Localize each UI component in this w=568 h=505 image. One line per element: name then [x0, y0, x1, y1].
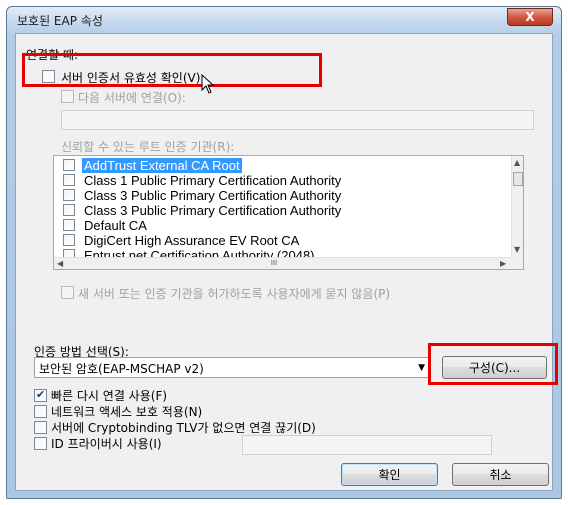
trusted-ca-name: Class 1 Public Primary Certification Aut… — [84, 173, 342, 188]
checkmark-icon: ✔ — [36, 388, 46, 401]
trusted-ca-item[interactable]: DigiCert High Assurance EV Root CA — [54, 233, 513, 248]
vertical-scroll-thumb[interactable] — [513, 172, 523, 186]
scroll-down-icon[interactable]: ▼ — [514, 245, 520, 254]
vertical-scrollbar[interactable]: ▲ ▼ — [511, 156, 523, 257]
trusted-ca-name: Default CA — [84, 218, 147, 233]
trusted-ca-name: Class 3 Public Primary Certification Aut… — [84, 203, 342, 218]
ok-button[interactable]: 확인 — [341, 463, 438, 486]
option-label[interactable]: 빠른 다시 연결 사용(F) — [51, 387, 167, 404]
trusted-ca-checkbox[interactable] — [63, 219, 75, 231]
trusted-ca-name: AddTrust External CA Root — [82, 158, 242, 173]
auth-method-value: 보안된 암호(EAP-MSCHAP v2) — [39, 362, 204, 376]
connect-servers-checkbox[interactable] — [61, 90, 74, 103]
option-label[interactable]: 네트워크 액세스 보호 적용(N) — [51, 403, 202, 420]
trusted-ca-items: AddTrust External CA Root Class 1 Public … — [54, 156, 513, 257]
scroll-left-icon[interactable]: ◀ — [57, 259, 63, 268]
option-checkbox[interactable] — [34, 421, 47, 434]
scroll-right-icon[interactable]: ▶ — [500, 259, 506, 268]
trusted-ca-item[interactable]: Class 1 Public Primary Certification Aut… — [54, 173, 513, 188]
option-checkbox[interactable] — [34, 437, 47, 450]
trusted-ca-name: Class 3 Public Primary Certification Aut… — [84, 188, 342, 203]
horizontal-scroll-thumb[interactable]: III — [267, 259, 281, 268]
close-button[interactable]: X — [507, 8, 553, 26]
trusted-ca-checkbox[interactable] — [63, 234, 75, 246]
window-title: 보호된 EAP 속성 — [17, 14, 103, 28]
server-name-input[interactable] — [61, 110, 534, 130]
dialog-body: 연결할 때: 서버 인증서 유효성 확인(V) 다음 서버에 연결(O): 신뢰… — [15, 33, 553, 491]
close-icon: X — [525, 10, 535, 24]
trusted-ca-checkbox[interactable] — [63, 189, 75, 201]
trusted-ca-checkbox[interactable] — [63, 174, 75, 186]
no-prompt-label: 새 서버 또는 인증 기관을 허가하도록 사용자에게 묻지 않음(P) — [78, 287, 391, 301]
trusted-ca-name: Entrust.net Certification Authority (204… — [84, 248, 315, 257]
trusted-ca-item[interactable]: AddTrust External CA Root — [54, 158, 513, 173]
trusted-ca-checkbox[interactable] — [63, 159, 75, 171]
scroll-corner — [511, 257, 523, 269]
option-checkbox[interactable]: ✔ — [34, 388, 47, 402]
highlight-verify-cert — [22, 53, 322, 87]
trusted-ca-item[interactable]: Default CA — [54, 218, 513, 233]
scroll-up-icon[interactable]: ▲ — [514, 158, 520, 167]
trusted-ca-item[interactable]: Class 3 Public Primary Certification Aut… — [54, 203, 513, 218]
trusted-ca-checkbox[interactable] — [63, 204, 75, 216]
trusted-ca-label: 신뢰할 수 있는 루트 인증 기관(R): — [61, 140, 235, 154]
highlight-configure — [428, 343, 558, 385]
trusted-ca-item[interactable]: Class 3 Public Primary Certification Aut… — [54, 188, 513, 203]
trusted-ca-item[interactable]: Entrust.net Certification Authority (204… — [54, 248, 513, 257]
title-bar[interactable]: 보호된 EAP 속성 X — [7, 7, 561, 33]
trusted-ca-name: DigiCert High Assurance EV Root CA — [84, 233, 300, 248]
horizontal-scrollbar[interactable]: ◀ III ▶ — [54, 257, 513, 269]
trusted-ca-list[interactable]: AddTrust External CA Root Class 1 Public … — [53, 155, 524, 270]
no-prompt-checkbox[interactable] — [61, 286, 74, 299]
dropdown-arrow-icon: ▼ — [418, 363, 425, 373]
option-checkbox[interactable] — [34, 405, 47, 418]
trusted-ca-checkbox[interactable] — [63, 249, 75, 257]
option-label[interactable]: 서버에 Cryptobinding TLV가 없으면 연결 끊기(D) — [51, 419, 316, 436]
mouse-cursor-icon — [201, 74, 215, 94]
identity-input[interactable] — [242, 435, 492, 455]
cancel-button[interactable]: 취소 — [452, 463, 549, 486]
auth-method-select[interactable]: 보안된 암호(EAP-MSCHAP v2) ▼ — [34, 357, 430, 378]
connect-servers-label: 다음 서버에 연결(O): — [78, 91, 186, 105]
option-label[interactable]: ID 프라이버시 사용(I) — [51, 435, 162, 452]
